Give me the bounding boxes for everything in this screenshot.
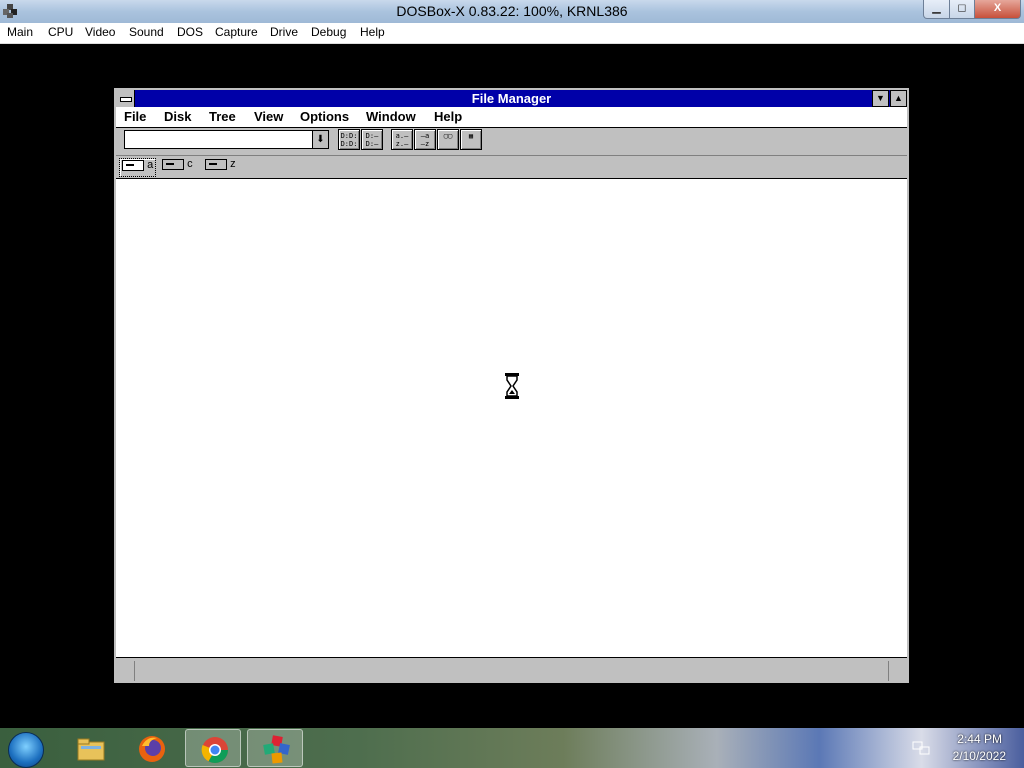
floppy-drive-icon	[122, 159, 144, 171]
chrome-icon	[201, 737, 229, 764]
status-divider	[888, 661, 889, 681]
drive-c-label: c	[187, 158, 193, 170]
taskbar: 2:44 PM 2/10/2022	[0, 728, 1024, 768]
host-menubar: Main CPU Video Sound DOS Capture Drive D…	[0, 23, 1024, 44]
view-details-button[interactable]: a.— z.—	[391, 129, 413, 150]
taskbar-firefox[interactable]	[123, 729, 179, 767]
calendar-icon: ▦	[468, 132, 474, 140]
drive-a-button[interactable]: a	[119, 158, 157, 177]
minimize-button[interactable]: ▁	[923, 0, 950, 19]
sort-by-size-button[interactable]: ▦	[460, 129, 482, 150]
minimize-arrow-icon[interactable]: ▼	[872, 90, 889, 107]
status-bar	[116, 659, 907, 681]
network-icon[interactable]	[912, 739, 930, 757]
file-manager-menubar: File Disk Tree View Options Window Help	[116, 107, 907, 128]
sort-icon: —a —z	[420, 132, 430, 148]
folder-icon	[77, 738, 105, 761]
menu-cpu[interactable]: CPU	[48, 25, 73, 39]
drive-select[interactable]	[124, 130, 329, 149]
system-tray: 2:44 PM 2/10/2022	[904, 728, 1024, 768]
windows-icon: ▢▢	[443, 132, 453, 140]
maximize-arrow-icon[interactable]: ▲	[890, 90, 907, 107]
hard-drive-icon	[162, 158, 184, 170]
taskbar-file-explorer[interactable]	[62, 729, 118, 767]
menu-debug[interactable]: Debug	[311, 25, 346, 39]
menu-capture[interactable]: Capture	[215, 25, 258, 39]
dropdown-arrow-icon[interactable]: ⬇	[312, 130, 329, 149]
fm-menu-disk[interactable]: Disk	[164, 109, 191, 124]
clock-time[interactable]: 2:44 PM	[957, 732, 1002, 746]
file-manager-workspace[interactable]	[116, 179, 907, 658]
fm-menu-help[interactable]: Help	[434, 109, 462, 124]
menu-dos[interactable]: DOS	[177, 25, 203, 39]
close-button[interactable]: X	[974, 0, 1021, 19]
menu-drive[interactable]: Drive	[270, 25, 298, 39]
sort-by-type-button[interactable]: ▢▢	[437, 129, 459, 150]
disconnect-drive-button[interactable]: D:— D:—	[361, 129, 383, 150]
host-window-title: DOSBox-X 0.83.22: 100%, KRNL386	[396, 3, 628, 19]
menu-video[interactable]: Video	[85, 25, 115, 39]
dosbox-icon	[263, 735, 290, 764]
status-divider	[134, 661, 135, 681]
file-manager-title: File Manager	[471, 91, 552, 106]
connect-drive-icon: D:D: D:D:	[340, 132, 358, 148]
drive-c-button[interactable]: c	[162, 158, 193, 175]
drive-a-label: a	[147, 159, 154, 171]
connect-drive-button[interactable]: D:D: D:D:	[338, 129, 360, 150]
file-manager-titlebar[interactable]: File Manager ▼ ▲	[116, 90, 907, 107]
file-manager-toolbar: ⬇ D:D: D:D: D:— D:— a.— z.— —a —z ▢▢ ▦	[116, 128, 907, 156]
menu-sound[interactable]: Sound	[129, 25, 164, 39]
list-view-icon: a.— z.—	[395, 132, 409, 148]
hard-drive-icon	[205, 158, 227, 170]
drive-bar: a c z	[116, 156, 907, 179]
clock-date[interactable]: 2/10/2022	[953, 749, 1006, 763]
drive-z-label: z	[230, 158, 236, 170]
windows-logo-icon	[8, 732, 44, 768]
start-button[interactable]	[5, 729, 49, 768]
fm-menu-file[interactable]: File	[124, 109, 146, 124]
hourglass-icon	[505, 373, 519, 399]
sort-by-name-button[interactable]: —a —z	[414, 129, 436, 150]
host-titlebar[interactable]: DOSBox-X 0.83.22: 100%, KRNL386 ▁ ◻ X	[0, 0, 1024, 23]
taskbar-dosbox[interactable]	[247, 729, 303, 767]
disconnect-drive-icon: D:— D:—	[365, 132, 379, 148]
drive-z-button[interactable]: z	[205, 158, 236, 175]
fm-menu-options[interactable]: Options	[300, 109, 349, 124]
firefox-icon	[139, 736, 165, 762]
restore-button[interactable]: ◻	[949, 0, 975, 19]
fm-menu-window[interactable]: Window	[366, 109, 416, 124]
taskbar-chrome[interactable]	[185, 729, 241, 767]
menu-help[interactable]: Help	[360, 25, 385, 39]
fm-menu-tree[interactable]: Tree	[209, 109, 236, 124]
fm-menu-view[interactable]: View	[254, 109, 283, 124]
menu-main[interactable]: Main	[7, 25, 33, 39]
